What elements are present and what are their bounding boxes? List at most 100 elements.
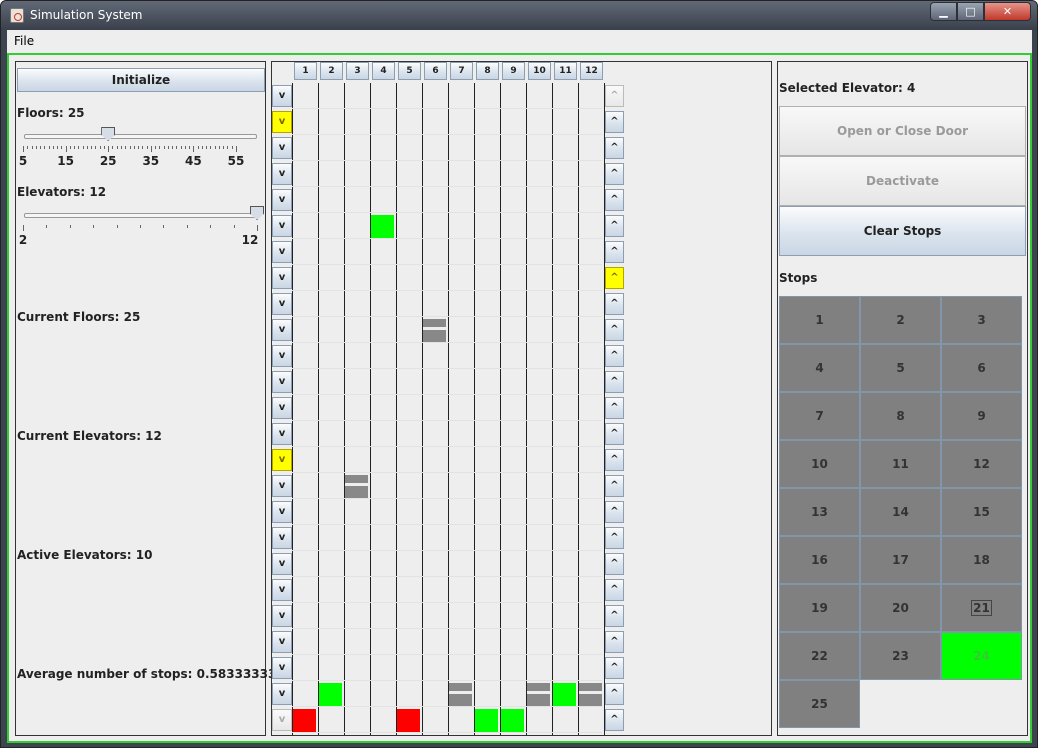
down-call-button[interactable]: v bbox=[272, 397, 292, 419]
stop-button-1[interactable]: 1 bbox=[779, 296, 860, 344]
stop-button-15[interactable]: 15 bbox=[941, 488, 1022, 536]
down-call-button[interactable]: v bbox=[272, 293, 292, 315]
stop-button-3[interactable]: 3 bbox=[941, 296, 1022, 344]
title-bar[interactable]: Simulation System ▁ □ ✕ bbox=[1, 1, 1037, 30]
down-call-button[interactable]: v bbox=[272, 85, 292, 107]
up-call-button[interactable]: ^ bbox=[605, 189, 624, 211]
down-call-button[interactable]: v bbox=[272, 111, 292, 133]
up-call-button[interactable]: ^ bbox=[605, 241, 624, 263]
stop-button-24[interactable]: 24 bbox=[941, 632, 1022, 680]
stop-button-18[interactable]: 18 bbox=[941, 536, 1022, 584]
down-call-button[interactable]: v bbox=[272, 137, 292, 159]
column-header-11[interactable]: 11 bbox=[554, 62, 577, 80]
up-call-button[interactable]: ^ bbox=[605, 449, 624, 471]
deactivate-button[interactable]: Deactivate bbox=[779, 156, 1026, 206]
elevator-car-1[interactable] bbox=[293, 709, 316, 732]
up-call-button[interactable]: ^ bbox=[605, 267, 624, 289]
initialize-button[interactable]: Initialize bbox=[17, 68, 265, 92]
maximize-button[interactable]: □ bbox=[957, 2, 984, 21]
elevator-car-7[interactable] bbox=[449, 683, 472, 706]
column-header-5[interactable]: 5 bbox=[398, 62, 421, 80]
up-call-button[interactable]: ^ bbox=[605, 345, 624, 367]
stop-button-14[interactable]: 14 bbox=[860, 488, 941, 536]
elevator-car-2[interactable] bbox=[319, 683, 342, 706]
elevator-car-5[interactable] bbox=[397, 709, 420, 732]
elevator-car-4[interactable] bbox=[371, 215, 394, 238]
up-call-button[interactable]: ^ bbox=[605, 215, 624, 237]
up-call-button[interactable]: ^ bbox=[605, 527, 624, 549]
stop-button-2[interactable]: 2 bbox=[860, 296, 941, 344]
stop-button-23[interactable]: 23 bbox=[860, 632, 941, 680]
stop-button-13[interactable]: 13 bbox=[779, 488, 860, 536]
up-call-button[interactable]: ^ bbox=[605, 85, 624, 107]
stop-button-9[interactable]: 9 bbox=[941, 392, 1022, 440]
down-call-button[interactable]: v bbox=[272, 605, 292, 627]
clear-stops-button[interactable]: Clear Stops bbox=[779, 206, 1026, 256]
column-header-8[interactable]: 8 bbox=[476, 62, 499, 80]
column-header-2[interactable]: 2 bbox=[320, 62, 343, 80]
up-call-button[interactable]: ^ bbox=[605, 657, 624, 679]
up-call-button[interactable]: ^ bbox=[605, 553, 624, 575]
down-call-button[interactable]: v bbox=[272, 709, 292, 731]
stop-button-11[interactable]: 11 bbox=[860, 440, 941, 488]
up-call-button[interactable]: ^ bbox=[605, 579, 624, 601]
column-header-1[interactable]: 1 bbox=[294, 62, 317, 80]
down-call-button[interactable]: v bbox=[272, 423, 292, 445]
up-call-button[interactable]: ^ bbox=[605, 475, 624, 497]
stop-button-16[interactable]: 16 bbox=[779, 536, 860, 584]
column-header-4[interactable]: 4 bbox=[372, 62, 395, 80]
up-call-button[interactable]: ^ bbox=[605, 423, 624, 445]
column-header-7[interactable]: 7 bbox=[450, 62, 473, 80]
up-call-button[interactable]: ^ bbox=[605, 683, 624, 705]
up-call-button[interactable]: ^ bbox=[605, 397, 624, 419]
down-call-button[interactable]: v bbox=[272, 449, 292, 471]
down-call-button[interactable]: v bbox=[272, 241, 292, 263]
stop-button-10[interactable]: 10 bbox=[779, 440, 860, 488]
up-call-button[interactable]: ^ bbox=[605, 631, 624, 653]
down-call-button[interactable]: v bbox=[272, 553, 292, 575]
up-call-button[interactable]: ^ bbox=[605, 501, 624, 523]
elevator-car-6[interactable] bbox=[423, 319, 446, 342]
up-call-button[interactable]: ^ bbox=[605, 319, 624, 341]
elevator-car-8[interactable] bbox=[475, 709, 498, 732]
down-call-button[interactable]: v bbox=[272, 319, 292, 341]
minimize-button[interactable]: ▁ bbox=[930, 2, 957, 21]
stop-button-17[interactable]: 17 bbox=[860, 536, 941, 584]
down-call-button[interactable]: v bbox=[272, 163, 292, 185]
column-header-3[interactable]: 3 bbox=[346, 62, 369, 80]
column-header-6[interactable]: 6 bbox=[424, 62, 447, 80]
elevator-car-9[interactable] bbox=[501, 709, 524, 732]
up-call-button[interactable]: ^ bbox=[605, 293, 624, 315]
down-call-button[interactable]: v bbox=[272, 501, 292, 523]
down-call-button[interactable]: v bbox=[272, 371, 292, 393]
stop-button-4[interactable]: 4 bbox=[779, 344, 860, 392]
up-call-button[interactable]: ^ bbox=[605, 605, 624, 627]
stop-button-19[interactable]: 19 bbox=[779, 584, 860, 632]
stop-button-5[interactable]: 5 bbox=[860, 344, 941, 392]
down-call-button[interactable]: v bbox=[272, 527, 292, 549]
up-call-button[interactable]: ^ bbox=[605, 163, 624, 185]
down-call-button[interactable]: v bbox=[272, 631, 292, 653]
stop-button-12[interactable]: 12 bbox=[941, 440, 1022, 488]
stop-button-20[interactable]: 20 bbox=[860, 584, 941, 632]
up-call-button[interactable]: ^ bbox=[605, 709, 624, 731]
down-call-button[interactable]: v bbox=[272, 657, 292, 679]
down-call-button[interactable]: v bbox=[272, 579, 292, 601]
stop-button-25[interactable]: 25 bbox=[779, 680, 860, 728]
down-call-button[interactable]: v bbox=[272, 267, 292, 289]
floors-slider-track[interactable] bbox=[24, 134, 257, 139]
stop-button-22[interactable]: 22 bbox=[779, 632, 860, 680]
elevator-car-12[interactable] bbox=[579, 683, 602, 706]
up-call-button[interactable]: ^ bbox=[605, 371, 624, 393]
menu-file[interactable]: File bbox=[14, 34, 34, 48]
elevator-car-3[interactable] bbox=[345, 475, 368, 498]
down-call-button[interactable]: v bbox=[272, 683, 292, 705]
column-header-10[interactable]: 10 bbox=[528, 62, 551, 80]
elevator-car-10[interactable] bbox=[527, 683, 550, 706]
up-call-button[interactable]: ^ bbox=[605, 137, 624, 159]
column-header-9[interactable]: 9 bbox=[502, 62, 525, 80]
open-close-door-button[interactable]: Open or Close Door bbox=[779, 106, 1026, 156]
stop-button-6[interactable]: 6 bbox=[941, 344, 1022, 392]
down-call-button[interactable]: v bbox=[272, 345, 292, 367]
elevator-car-11[interactable] bbox=[553, 683, 576, 706]
